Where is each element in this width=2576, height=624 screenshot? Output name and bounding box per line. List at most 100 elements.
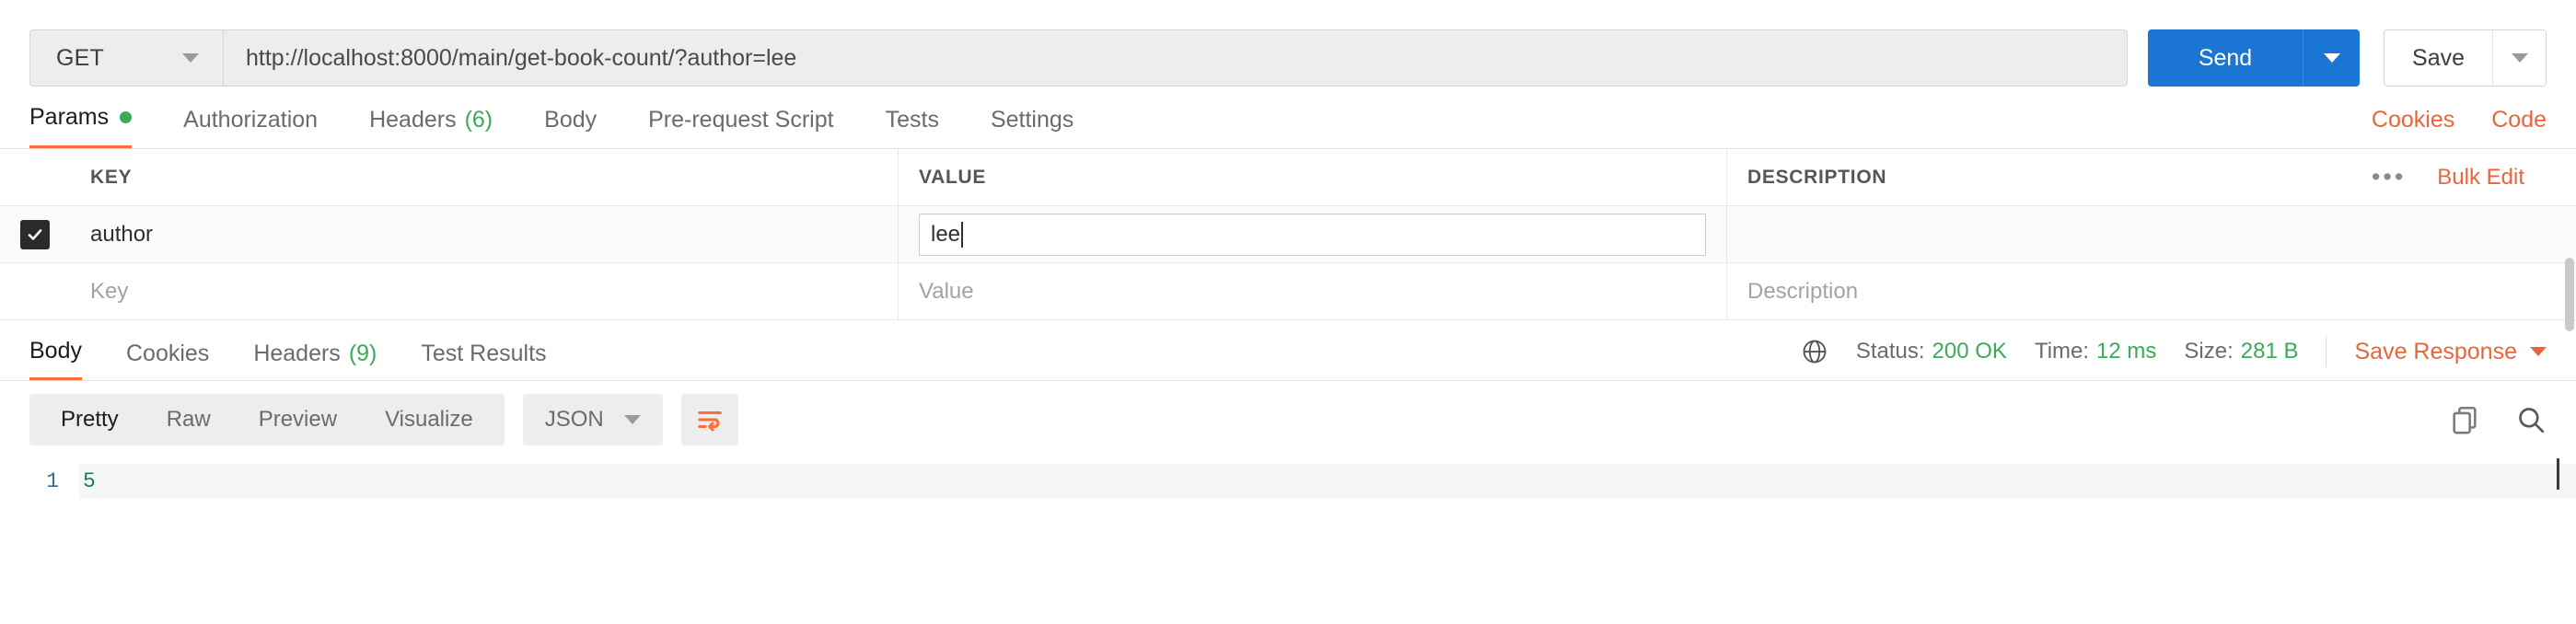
copy-icon: [2453, 406, 2477, 434]
wrap-lines-icon: [697, 411, 722, 432]
code-link[interactable]: Code: [2491, 107, 2547, 133]
time-badge: Time: 12 ms: [2035, 339, 2156, 364]
row-key-cell[interactable]: author: [70, 206, 899, 262]
response-format-toolbar: Pretty Raw Preview Visualize JSON: [0, 381, 2576, 458]
header-key-cell: KEY: [70, 149, 899, 205]
request-url-bar: GET http://localhost:8000/main/get-book-…: [0, 0, 2576, 92]
response-body-content[interactable]: 5: [79, 464, 2576, 499]
query-params-table: KEY VALUE DESCRIPTION ••• Bulk Edit auth…: [0, 149, 2576, 320]
empty-row-value-cell[interactable]: Value: [899, 263, 1727, 319]
chevron-down-icon: [182, 53, 199, 63]
search-button[interactable]: [2515, 404, 2547, 435]
tab-body[interactable]: Body: [544, 107, 597, 148]
status-value: 200 OK: [1932, 339, 2007, 364]
params-modified-dot-icon: [120, 111, 133, 123]
search-icon: [2519, 408, 2545, 433]
empty-row-checkbox-cell: [0, 263, 70, 319]
row-enabled-checkbox[interactable]: [20, 219, 50, 249]
globe-icon: [1801, 338, 1828, 365]
save-button-group: Save: [2384, 29, 2547, 87]
table-row: Key Value Description: [0, 263, 2576, 320]
tab-params-label: Params: [29, 104, 110, 130]
tab-headers[interactable]: Headers (6): [369, 107, 493, 148]
header-value-label: VALUE: [919, 166, 987, 188]
response-cursor-marker: [2557, 458, 2559, 490]
copy-button[interactable]: [2449, 404, 2480, 435]
request-tabs: Params Authorization Headers (6) Body Pr…: [29, 92, 1125, 148]
bulk-edit-button[interactable]: Bulk Edit: [2437, 165, 2524, 191]
request-tabs-bar: Params Authorization Headers (6) Body Pr…: [0, 92, 2576, 149]
tab-tests[interactable]: Tests: [886, 107, 939, 148]
http-method-label: GET: [56, 44, 104, 71]
response-tab-cookies[interactable]: Cookies: [126, 341, 209, 380]
empty-row-value-placeholder: Value: [919, 278, 974, 304]
tab-pre-request-script-label: Pre-request Script: [648, 107, 834, 133]
meta-divider: [2326, 336, 2327, 367]
tab-authorization[interactable]: Authorization: [183, 107, 318, 148]
tab-body-label: Body: [544, 107, 598, 133]
format-pill-raw[interactable]: Raw: [143, 394, 235, 445]
cookies-link[interactable]: Cookies: [2372, 107, 2454, 133]
chevron-down-icon: [2530, 347, 2547, 356]
status-label: Status:: [1855, 339, 1925, 364]
send-button-group: Send: [2148, 29, 2361, 87]
empty-row-description-cell[interactable]: Description: [1727, 263, 2576, 319]
row-value-input[interactable]: lee: [919, 213, 1706, 256]
vertical-scrollbar-thumb[interactable]: [2565, 258, 2574, 331]
tab-headers-label: Headers: [369, 107, 457, 133]
response-body-viewer: 1 5: [0, 458, 2576, 499]
send-options-button[interactable]: [2303, 29, 2361, 87]
time-label: Time:: [2034, 339, 2090, 364]
response-tabs-bar: Body Cookies Headers (9) Test Results St…: [0, 320, 2576, 381]
row-key-text: author: [90, 221, 154, 247]
header-key-label: KEY: [90, 166, 133, 188]
empty-row-description-placeholder: Description: [1747, 278, 1859, 304]
response-tab-headers[interactable]: Headers (9): [253, 341, 377, 380]
format-pill-visualize[interactable]: Visualize: [361, 394, 497, 445]
empty-row-key-cell[interactable]: Key: [70, 263, 899, 319]
wrap-lines-button[interactable]: [680, 394, 738, 445]
response-tab-headers-count: (9): [348, 341, 377, 366]
response-tab-test-results[interactable]: Test Results: [421, 341, 546, 380]
row-value-cell[interactable]: lee: [899, 206, 1727, 262]
line-number: 1: [46, 469, 59, 493]
save-response-button[interactable]: Save Response: [2354, 339, 2547, 365]
response-tab-body[interactable]: Body: [29, 338, 82, 380]
time-value: 12 ms: [2096, 339, 2157, 364]
row-checkbox-cell: [0, 206, 70, 262]
response-tab-headers-label: Headers: [253, 341, 341, 366]
http-method-select[interactable]: GET: [30, 30, 224, 86]
text-cursor: [961, 221, 964, 248]
tab-tests-label: Tests: [885, 107, 939, 133]
status-badge: Status: 200 OK: [1856, 339, 2007, 364]
response-tab-body-label: Body: [29, 338, 82, 364]
table-row: author lee: [0, 206, 2576, 263]
url-text: http://localhost:8000/main/get-book-coun…: [246, 44, 797, 71]
save-response-label: Save Response: [2354, 338, 2517, 364]
tab-pre-request-script[interactable]: Pre-request Script: [648, 107, 833, 148]
tab-authorization-label: Authorization: [183, 107, 319, 133]
line-number-gutter: 1: [0, 464, 79, 499]
row-description-cell[interactable]: [1727, 206, 2576, 262]
request-tab-links: Cookies Code: [2335, 107, 2547, 148]
save-options-button[interactable]: [2492, 30, 2546, 86]
content-type-select[interactable]: JSON: [522, 394, 663, 445]
format-pill-preview[interactable]: Preview: [235, 394, 361, 445]
table-header-row: KEY VALUE DESCRIPTION ••• Bulk Edit: [0, 149, 2576, 206]
save-button[interactable]: Save: [2385, 30, 2492, 86]
more-options-icon[interactable]: •••: [2372, 165, 2406, 190]
empty-row-key-placeholder: Key: [90, 278, 129, 304]
format-pill-pretty[interactable]: Pretty: [37, 394, 143, 445]
format-view-pills: Pretty Raw Preview Visualize: [29, 394, 505, 445]
row-value-text: lee: [931, 221, 961, 247]
tab-settings[interactable]: Settings: [991, 107, 1073, 148]
header-checkbox-cell: [0, 149, 70, 205]
json-value: 5: [83, 469, 96, 493]
size-label: Size:: [2184, 339, 2234, 364]
response-tab-test-results-label: Test Results: [421, 341, 547, 366]
send-button[interactable]: Send: [2148, 29, 2303, 87]
tab-headers-count: (6): [464, 107, 493, 133]
tab-params[interactable]: Params: [29, 104, 133, 148]
size-value: 281 B: [2240, 339, 2299, 364]
url-input[interactable]: http://localhost:8000/main/get-book-coun…: [224, 30, 2128, 86]
